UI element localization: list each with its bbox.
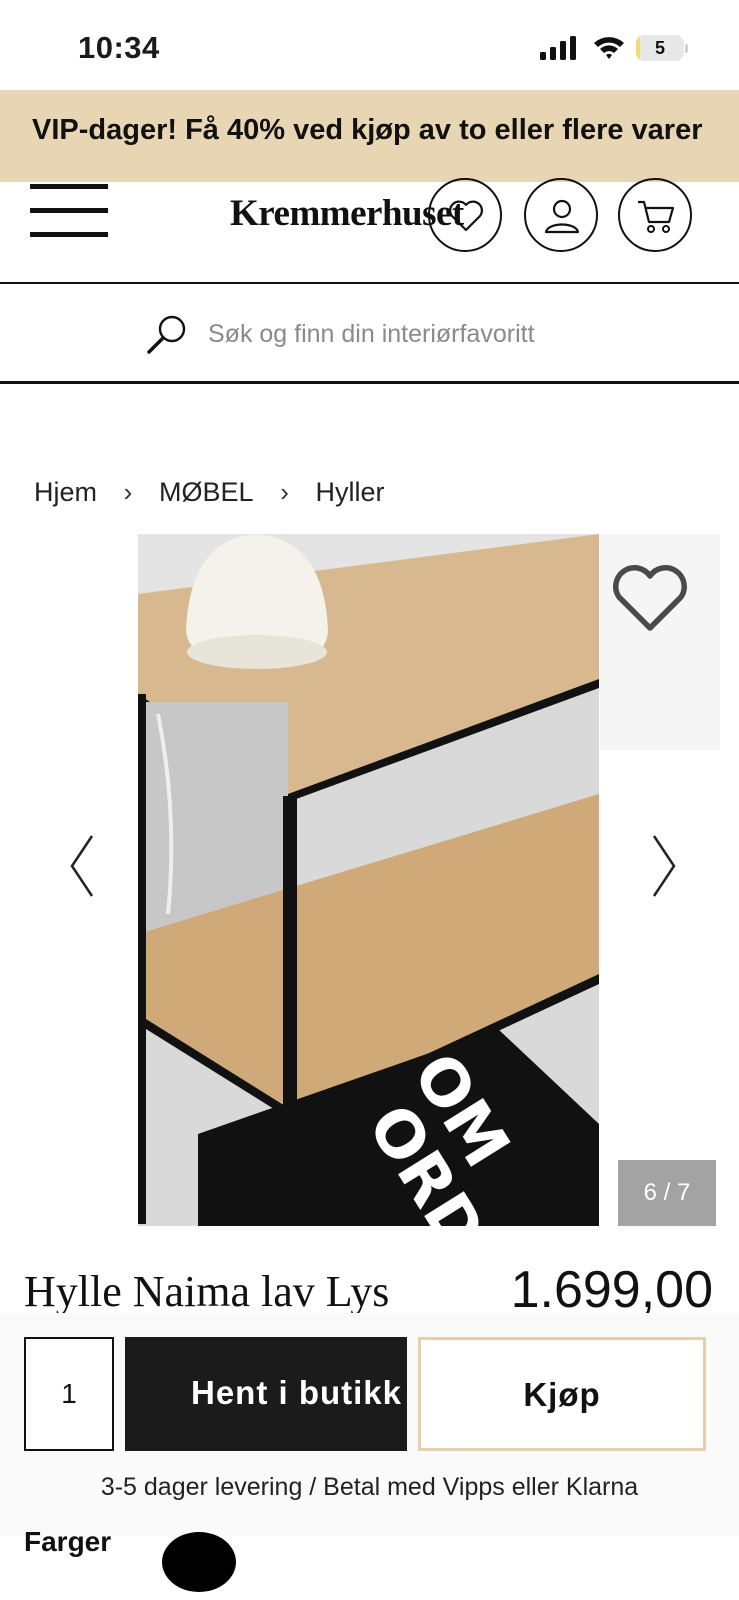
breadcrumb-home[interactable]: Hjem bbox=[34, 477, 97, 508]
product-title: Hylle Naima lav Lys bbox=[24, 1267, 390, 1316]
cart-button[interactable] bbox=[618, 178, 692, 252]
product-price: 1.699,00 bbox=[510, 1261, 713, 1319]
promo-banner[interactable]: VIP-dager! Få 40% ved kjøp av to eller f… bbox=[0, 90, 739, 182]
shelf-photo: OM ORD bbox=[138, 534, 599, 1226]
search-icon[interactable] bbox=[146, 312, 190, 356]
favorite-heart-icon[interactable] bbox=[610, 564, 690, 636]
wifi-icon bbox=[594, 37, 624, 59]
breadcrumb-mobel[interactable]: MØBEL bbox=[159, 477, 254, 508]
breadcrumb: Hjem › MØBEL › Hyller bbox=[34, 472, 385, 512]
battery-icon: 5 bbox=[636, 35, 688, 61]
heart-icon bbox=[449, 200, 483, 232]
buy-button[interactable]: Kjøp bbox=[418, 1337, 706, 1451]
product-image[interactable]: OM ORD bbox=[138, 534, 599, 1226]
colors-label: Farger bbox=[24, 1526, 112, 1557]
image-counter: 6 / 7 bbox=[618, 1160, 716, 1226]
chevron-right-icon[interactable] bbox=[646, 834, 680, 898]
account-button[interactable] bbox=[524, 178, 598, 252]
delivery-info: 3-5 dager levering / Betal med Vipps ell… bbox=[100, 1473, 639, 1501]
search-input[interactable] bbox=[208, 312, 688, 356]
cellular-signal-icon bbox=[540, 36, 576, 60]
product-gallery: OM ORD 6 / 7 bbox=[0, 534, 739, 1226]
sticky-buy-bar: 1 Hent i butikk Kjøp 3-5 dager levering … bbox=[0, 1313, 739, 1536]
battery-percent: 5 bbox=[654, 38, 665, 58]
status-bar: 10:34 5 bbox=[0, 0, 739, 90]
search-bar bbox=[0, 286, 739, 384]
wishlist-button[interactable] bbox=[428, 178, 502, 252]
site-header: Kremmerhuset bbox=[0, 178, 739, 284]
breadcrumb-chevron-icon: › bbox=[280, 476, 289, 507]
breadcrumb-chevron-icon: › bbox=[123, 476, 133, 507]
cart-icon bbox=[638, 200, 675, 233]
quantity-field[interactable]: 1 bbox=[24, 1337, 114, 1451]
breadcrumb-hyller[interactable]: Hyller bbox=[316, 477, 385, 508]
color-swatch-black[interactable] bbox=[162, 1532, 236, 1592]
hamburger-menu-icon[interactable] bbox=[30, 184, 108, 244]
user-icon bbox=[544, 199, 580, 234]
pickup-in-store-button[interactable]: Hent i butikk bbox=[125, 1337, 407, 1451]
promo-text: VIP-dager! Få 40% ved kjøp av to eller f… bbox=[32, 114, 703, 146]
status-time: 10:34 bbox=[78, 30, 160, 65]
chevron-left-icon[interactable] bbox=[66, 834, 100, 898]
